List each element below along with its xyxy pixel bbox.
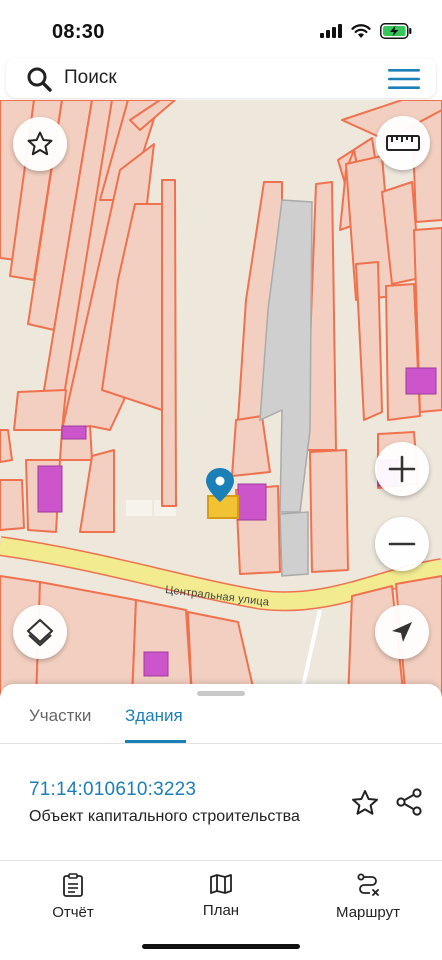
minus-icon: [388, 542, 416, 546]
tab-parcels[interactable]: Участки: [29, 706, 91, 742]
zoom-in-button[interactable]: [375, 442, 429, 496]
active-tab-indicator: [125, 740, 186, 743]
search-icon[interactable]: [26, 66, 54, 92]
home-indicator: [142, 944, 300, 949]
nav-route[interactable]: Маршрут: [313, 873, 423, 921]
navigation-arrow-icon: [392, 622, 412, 642]
status-bar: 08:30: [0, 0, 442, 58]
share-icon[interactable]: [394, 787, 424, 817]
hamburger-menu-icon[interactable]: [388, 67, 420, 91]
object-description: Объект капитального строительства: [29, 808, 300, 825]
search-input[interactable]: Поиск: [64, 67, 117, 89]
route-icon: [357, 873, 379, 896]
nav-route-label: Маршрут: [336, 904, 400, 921]
ruler-icon: [386, 135, 420, 151]
battery-charging-icon: [380, 23, 412, 39]
layers-button[interactable]: [13, 605, 67, 659]
layers-icon: [26, 618, 54, 647]
tabs: Участки Здания: [0, 698, 442, 744]
search-bar[interactable]: Поиск: [6, 58, 436, 98]
nav-plan-label: План: [202, 902, 240, 919]
star-icon[interactable]: [350, 788, 380, 818]
nav-report-label: Отчёт: [52, 904, 94, 921]
map-view[interactable]: Центральная улица: [0, 100, 442, 700]
drag-handle[interactable]: [197, 691, 245, 696]
status-icons: [320, 23, 412, 39]
status-time: 08:30: [52, 21, 105, 43]
cadastral-map: [0, 100, 442, 700]
cadastral-number-link[interactable]: 71:14:010610:3223: [29, 779, 196, 801]
map-plan-icon: [210, 874, 232, 894]
nav-report[interactable]: Отчёт: [18, 873, 128, 921]
cellular-signal-icon: [320, 24, 342, 38]
wifi-icon: [351, 23, 371, 38]
my-location-button[interactable]: [375, 605, 429, 659]
favorites-button[interactable]: [13, 117, 67, 171]
tab-buildings[interactable]: Здания: [125, 706, 183, 742]
nav-plan[interactable]: План: [166, 873, 276, 919]
zoom-out-button[interactable]: [375, 517, 429, 571]
ruler-button[interactable]: [376, 116, 430, 170]
plus-icon: [388, 455, 416, 483]
star-icon: [27, 131, 53, 156]
report-icon: [63, 873, 83, 897]
